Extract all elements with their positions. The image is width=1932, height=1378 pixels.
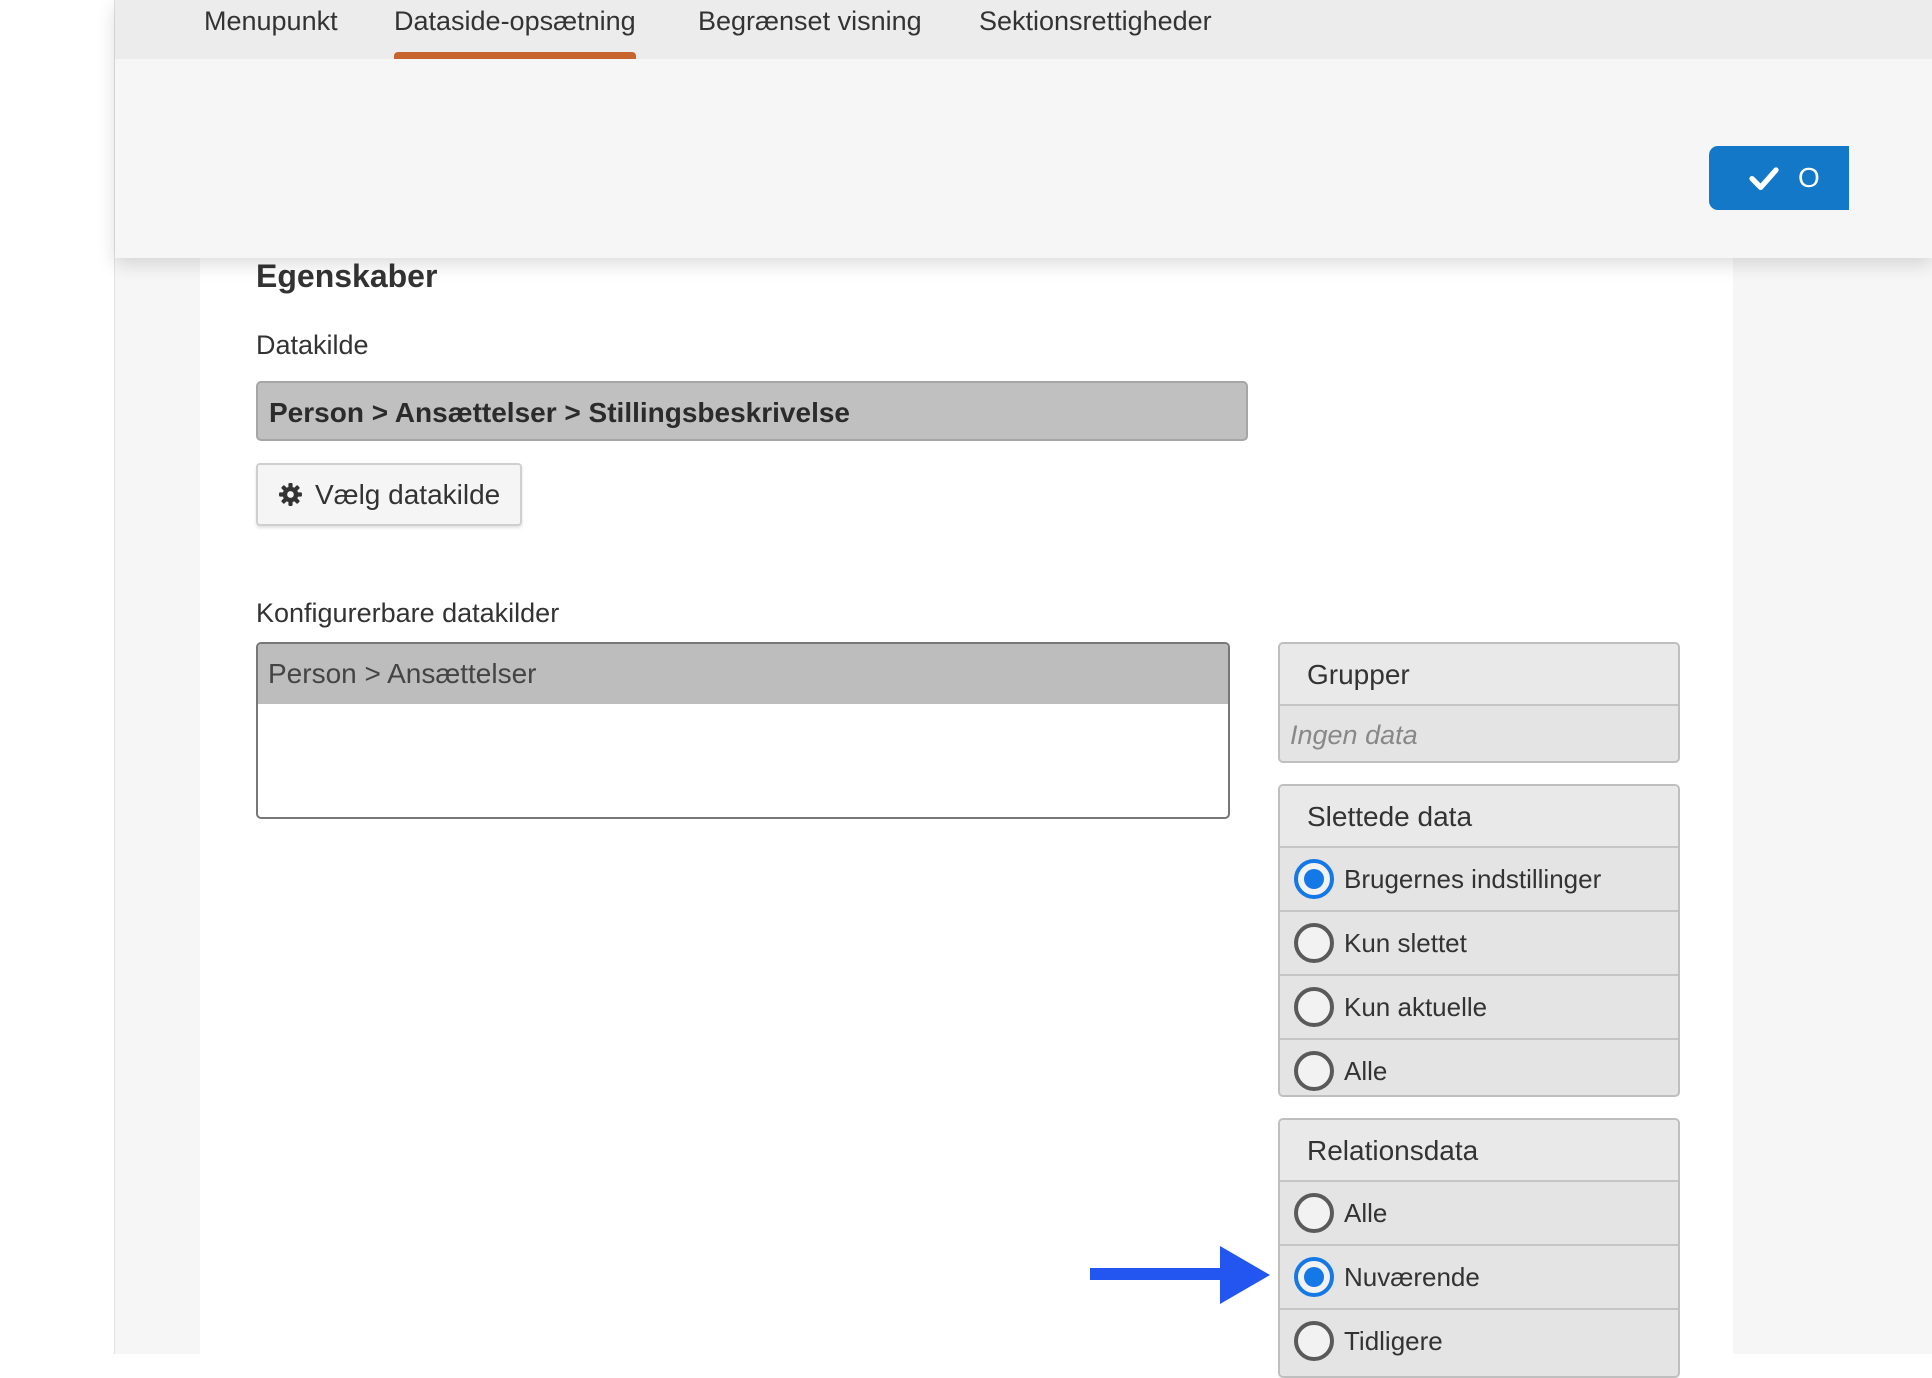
radio-icon[interactable] (1294, 987, 1334, 1027)
save-button[interactable]: O (1709, 146, 1849, 210)
pointer-arrow-icon (1090, 1246, 1270, 1304)
radio-label: Kun slettet (1344, 927, 1467, 958)
configurable-datasources-label: Konfigurerbare datakilder (256, 598, 560, 628)
tab-bar: Menupunkt Dataside-opsætning Begrænset v… (115, 0, 1932, 59)
top-bar: Menupunkt Dataside-opsætning Begrænset v… (115, 0, 1932, 258)
relation-data-header: Relationsdata (1280, 1120, 1678, 1182)
radio-label: Alle (1344, 1197, 1388, 1228)
left-margin (0, 0, 115, 1354)
relation-option-current[interactable]: Nuværende (1280, 1246, 1678, 1310)
choose-datasource-label: Vælg datakilde (315, 478, 501, 510)
radio-label: Tidligere (1344, 1325, 1443, 1356)
radio-icon[interactable] (1294, 1321, 1334, 1361)
tab-dataside-opsaetning[interactable]: Dataside-opsætning (394, 0, 636, 59)
radio-label: Alle (1344, 1055, 1388, 1086)
relation-option-all[interactable]: Alle (1280, 1182, 1678, 1246)
radio-icon[interactable] (1294, 1051, 1334, 1091)
groups-header: Grupper (1280, 644, 1678, 706)
section-title: Egenskaber (256, 258, 438, 294)
list-item[interactable]: Person > Ansættelser (258, 644, 1228, 704)
radio-icon[interactable] (1294, 923, 1334, 963)
radio-selected-icon[interactable] (1294, 859, 1334, 899)
radio-label: Brugernes indstillinger (1344, 863, 1602, 894)
save-button-label: O (1798, 162, 1820, 193)
radio-selected-icon[interactable] (1294, 1257, 1334, 1297)
groups-panel: Grupper Ingen data (1278, 642, 1680, 763)
relation-option-previous[interactable]: Tidligere (1280, 1310, 1678, 1372)
deleted-option-all[interactable]: Alle (1280, 1040, 1678, 1095)
deleted-option-only-deleted[interactable]: Kun slettet (1280, 912, 1678, 976)
tab-menupunkt[interactable]: Menupunkt (204, 0, 338, 59)
datasource-label: Datakilde (256, 330, 369, 360)
groups-empty-text: Ingen data (1290, 720, 1418, 750)
radio-label: Kun aktuelle (1344, 991, 1488, 1022)
configurable-datasources-list[interactable]: Person > Ansættelser (256, 642, 1230, 819)
datasource-field: Person > Ansættelser > Stillingsbeskrive… (256, 381, 1248, 441)
tab-begraenset-visning[interactable]: Begrænset visning (698, 0, 922, 59)
relation-data-panel: Relationsdata Alle Nuværende Tidligere (1278, 1118, 1680, 1378)
gear-icon (279, 483, 302, 506)
deleted-data-panel: Slettede data Brugernes indstillinger Ku… (1278, 784, 1680, 1097)
radio-label: Nuværende (1344, 1261, 1480, 1292)
tab-sektionsrettigheder[interactable]: Sektionsrettigheder (979, 0, 1212, 59)
deleted-option-only-current[interactable]: Kun aktuelle (1280, 976, 1678, 1040)
deleted-option-user-settings[interactable]: Brugernes indstillinger (1280, 848, 1678, 912)
deleted-data-header: Slettede data (1280, 786, 1678, 848)
check-icon (1749, 167, 1779, 190)
radio-icon[interactable] (1294, 1193, 1334, 1233)
choose-datasource-button[interactable]: Vælg datakilde (256, 463, 522, 526)
